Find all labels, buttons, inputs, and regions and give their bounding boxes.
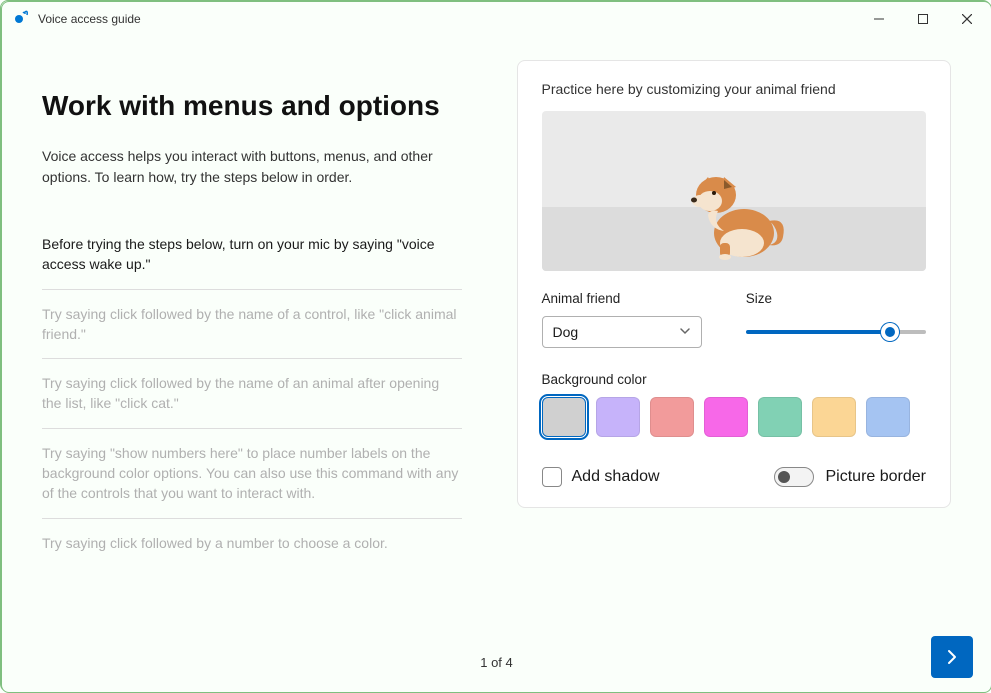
add-shadow-label: Add shadow bbox=[572, 468, 660, 486]
picture-border-label: Picture border bbox=[826, 468, 927, 486]
close-button[interactable] bbox=[945, 3, 989, 35]
step-1: Before trying the steps below, turn on y… bbox=[42, 220, 462, 290]
chevron-right-icon bbox=[943, 648, 961, 666]
size-label: Size bbox=[746, 291, 926, 306]
voice-access-icon bbox=[14, 9, 30, 30]
color-swatch-lavender[interactable] bbox=[596, 397, 640, 437]
step-4: Try saying "show numbers here" to place … bbox=[42, 429, 462, 519]
size-slider-thumb[interactable] bbox=[881, 323, 899, 341]
footer: 1 of 4 bbox=[2, 632, 991, 692]
animal-friend-select[interactable]: Dog bbox=[542, 316, 702, 348]
minimize-button[interactable] bbox=[857, 3, 901, 35]
step-5: Try saying click followed by a number to… bbox=[42, 519, 462, 567]
practice-pane: Practice here by customizing your animal… bbox=[517, 60, 952, 567]
window-controls bbox=[857, 3, 989, 35]
pager: 1 of 4 bbox=[480, 655, 513, 670]
next-button[interactable] bbox=[931, 636, 973, 678]
size-slider[interactable] bbox=[746, 316, 926, 348]
color-swatch-peach[interactable] bbox=[812, 397, 856, 437]
picture-border-toggle[interactable] bbox=[774, 467, 814, 487]
color-swatch-gray[interactable] bbox=[542, 397, 586, 437]
color-swatch-salmon[interactable] bbox=[650, 397, 694, 437]
background-color-label: Background color bbox=[542, 372, 927, 387]
animal-preview bbox=[542, 111, 927, 271]
content: Work with menus and options Voice access… bbox=[2, 36, 991, 567]
titlebar: Voice access guide bbox=[2, 2, 991, 36]
animal-friend-field: Animal friend Dog bbox=[542, 291, 722, 348]
add-shadow-control: Add shadow bbox=[542, 467, 660, 487]
practice-card: Practice here by customizing your animal… bbox=[517, 60, 952, 508]
practice-heading: Practice here by customizing your animal… bbox=[542, 81, 927, 97]
animal-friend-label: Animal friend bbox=[542, 291, 722, 306]
color-swatch-mint[interactable] bbox=[758, 397, 802, 437]
window-title: Voice access guide bbox=[38, 12, 141, 26]
steps-list: Before trying the steps below, turn on y… bbox=[42, 220, 477, 567]
background-color-swatches bbox=[542, 397, 927, 437]
dog-illustration bbox=[674, 151, 794, 261]
color-swatch-light-blue[interactable] bbox=[866, 397, 910, 437]
page-title: Work with menus and options bbox=[42, 90, 477, 122]
maximize-button[interactable] bbox=[901, 3, 945, 35]
size-field: Size bbox=[746, 291, 926, 348]
add-shadow-checkbox[interactable] bbox=[542, 467, 562, 487]
chevron-down-icon bbox=[679, 324, 691, 340]
picture-border-control: Picture border bbox=[774, 467, 927, 487]
animal-friend-value: Dog bbox=[553, 324, 579, 340]
color-swatch-magenta[interactable] bbox=[704, 397, 748, 437]
step-2: Try saying click followed by the name of… bbox=[42, 290, 462, 360]
titlebar-left: Voice access guide bbox=[14, 9, 141, 30]
step-3: Try saying click followed by the name of… bbox=[42, 359, 462, 429]
instructions-pane: Work with menus and options Voice access… bbox=[42, 60, 477, 567]
page-description: Voice access helps you interact with but… bbox=[42, 146, 462, 188]
